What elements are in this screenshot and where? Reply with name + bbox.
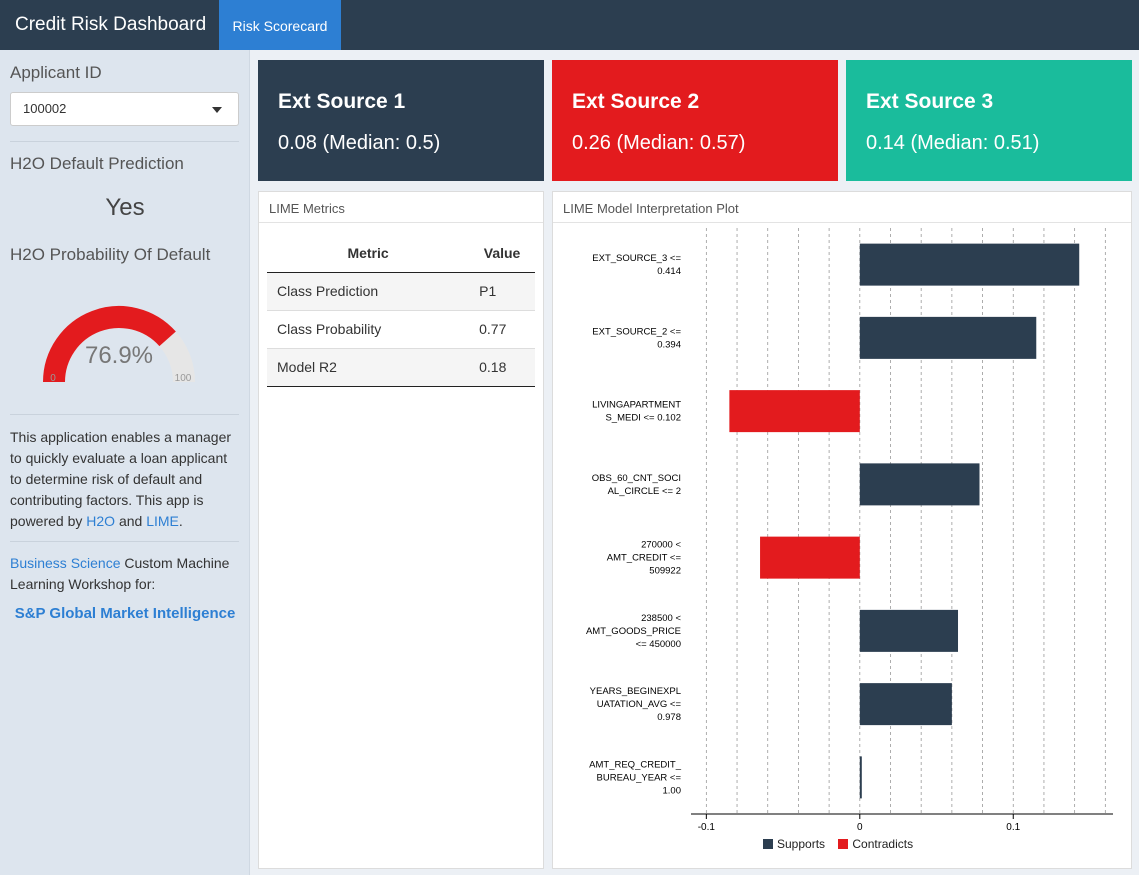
h2o-link[interactable]: H2O: [86, 513, 115, 529]
metrics-table: Metric Value Class Prediction P1 Class P…: [267, 234, 535, 387]
divider: [10, 141, 239, 142]
legend-label: Supports: [777, 837, 826, 851]
divider: [10, 414, 239, 415]
table-cell: 0.18: [469, 348, 535, 387]
tab-risk-scorecard[interactable]: Risk Scorecard: [219, 0, 341, 50]
value-box-title: Ext Source 2: [572, 90, 700, 113]
legend-swatch: [763, 839, 773, 849]
lime-bar-chart: -0.1 0 0.1 EXT_SOURCE_3 <= 0.414 EXT_SOURCE_2…: [586, 228, 1113, 833]
description-and: and: [115, 513, 147, 529]
chart-legend: Supports Contradicts: [763, 837, 913, 851]
table-cell: Class Prediction: [267, 272, 470, 311]
legend-label: Contradicts: [852, 837, 914, 851]
category-label: EXT_SOURCE_3 <= 0.414: [592, 253, 681, 277]
prediction-value: Yes: [105, 194, 145, 221]
column-header: Metric: [267, 234, 470, 273]
table-row: Model R2 0.18: [267, 348, 535, 387]
value-box-value: 0.26 (Median: 0.57): [572, 132, 746, 154]
category-label: AMT_REQ_CREDIT_ BUREAU_YEAR <= 1.00: [589, 759, 682, 796]
bar: [859, 316, 1037, 359]
table-row: Class Prediction P1: [267, 272, 535, 311]
applicant-id-select[interactable]: 100002: [10, 92, 239, 126]
category-label: LIVINGAPARTMENT S_MEDI <= 0.102: [592, 400, 681, 424]
category-label: OBS_60_CNT_SOCI AL_CIRCLE <= 2: [592, 473, 681, 497]
value-box-ext-source-3: Ext Source 3 0.14 (Median: 0.51): [846, 60, 1132, 181]
bar: [729, 390, 860, 433]
applicant-id-label: Applicant ID: [10, 63, 102, 82]
column-header: Value: [469, 234, 535, 273]
category-label: YEARS_BEGINEXPL UATATION_AVG <= 0.978: [590, 686, 682, 723]
probability-gauge: 76.9% 0 100: [43, 306, 195, 384]
bar: [859, 463, 980, 506]
x-tick-label: 0.1: [1006, 822, 1020, 833]
gauge-value: 76.9%: [85, 342, 153, 369]
chevron-down-icon: [212, 107, 222, 113]
value-box-value: 0.14 (Median: 0.51): [866, 132, 1040, 154]
divider: [10, 541, 239, 542]
panel-title: LIME Model Interpretation Plot: [553, 192, 1131, 223]
description-end: .: [178, 513, 183, 529]
lime-metrics-panel: LIME Metrics Metric Value Class Predicti…: [258, 191, 544, 869]
value-box-ext-source-1: Ext Source 1 0.08 (Median: 0.5): [258, 60, 544, 181]
table-cell: P1: [469, 272, 535, 311]
table-cell: 0.77: [469, 310, 535, 349]
value-box-ext-source-2: Ext Source 2 0.26 (Median: 0.57): [552, 60, 838, 181]
x-tick-label: 0: [857, 822, 863, 833]
business-science-link[interactable]: Business Science: [10, 555, 121, 571]
probability-label: H2O Probability Of Default: [10, 245, 211, 264]
table-row: Class Probability 0.77: [267, 310, 535, 349]
table-cell: Model R2: [267, 348, 470, 387]
category-label: 270000 < AMT_CREDIT <= 509922: [607, 540, 682, 577]
value-box-title: Ext Source 3: [866, 90, 994, 113]
applicant-id-value: 100002: [23, 101, 67, 116]
bar: [859, 683, 952, 726]
app-description: This application enables a manager to qu…: [10, 427, 242, 532]
category-label: 238500 < AMT_GOODS_PRICE <= 450000: [586, 613, 681, 650]
legend-swatch: [838, 839, 849, 849]
x-tick-label: -0.1: [698, 822, 716, 833]
value-box-title: Ext Source 1: [278, 90, 406, 113]
main-content: Ext Source 1 0.08 (Median: 0.5) Ext Sour…: [250, 50, 1139, 875]
bar: [859, 243, 1080, 286]
gauge-max-label: 100: [175, 373, 192, 384]
bar: [859, 609, 959, 652]
top-navbar: Credit Risk Dashboard Risk Scorecard: [0, 0, 1139, 50]
lime-plot-panel: LIME Model Interpretation Plot -0.1 0 0.1 E…: [552, 191, 1132, 869]
sidebar: Applicant ID 100002 H2O Default Predicti…: [0, 50, 250, 875]
prediction-label: H2O Default Prediction: [10, 154, 184, 173]
bar: [859, 756, 862, 799]
bar: [760, 536, 860, 579]
table-cell: Class Probability: [267, 310, 470, 349]
workshop-text: Business Science Custom Machine Learning…: [10, 553, 242, 595]
lime-link[interactable]: LIME: [146, 513, 179, 529]
app-title: Credit Risk Dashboard: [15, 14, 207, 35]
category-label: EXT_SOURCE_2 <= 0.394: [592, 326, 681, 350]
gauge-min-label: 0: [50, 373, 56, 384]
panel-title: LIME Metrics: [259, 192, 543, 223]
value-box-value: 0.08 (Median: 0.5): [278, 132, 441, 154]
org-link[interactable]: S&P Global Market Intelligence: [0, 605, 250, 622]
